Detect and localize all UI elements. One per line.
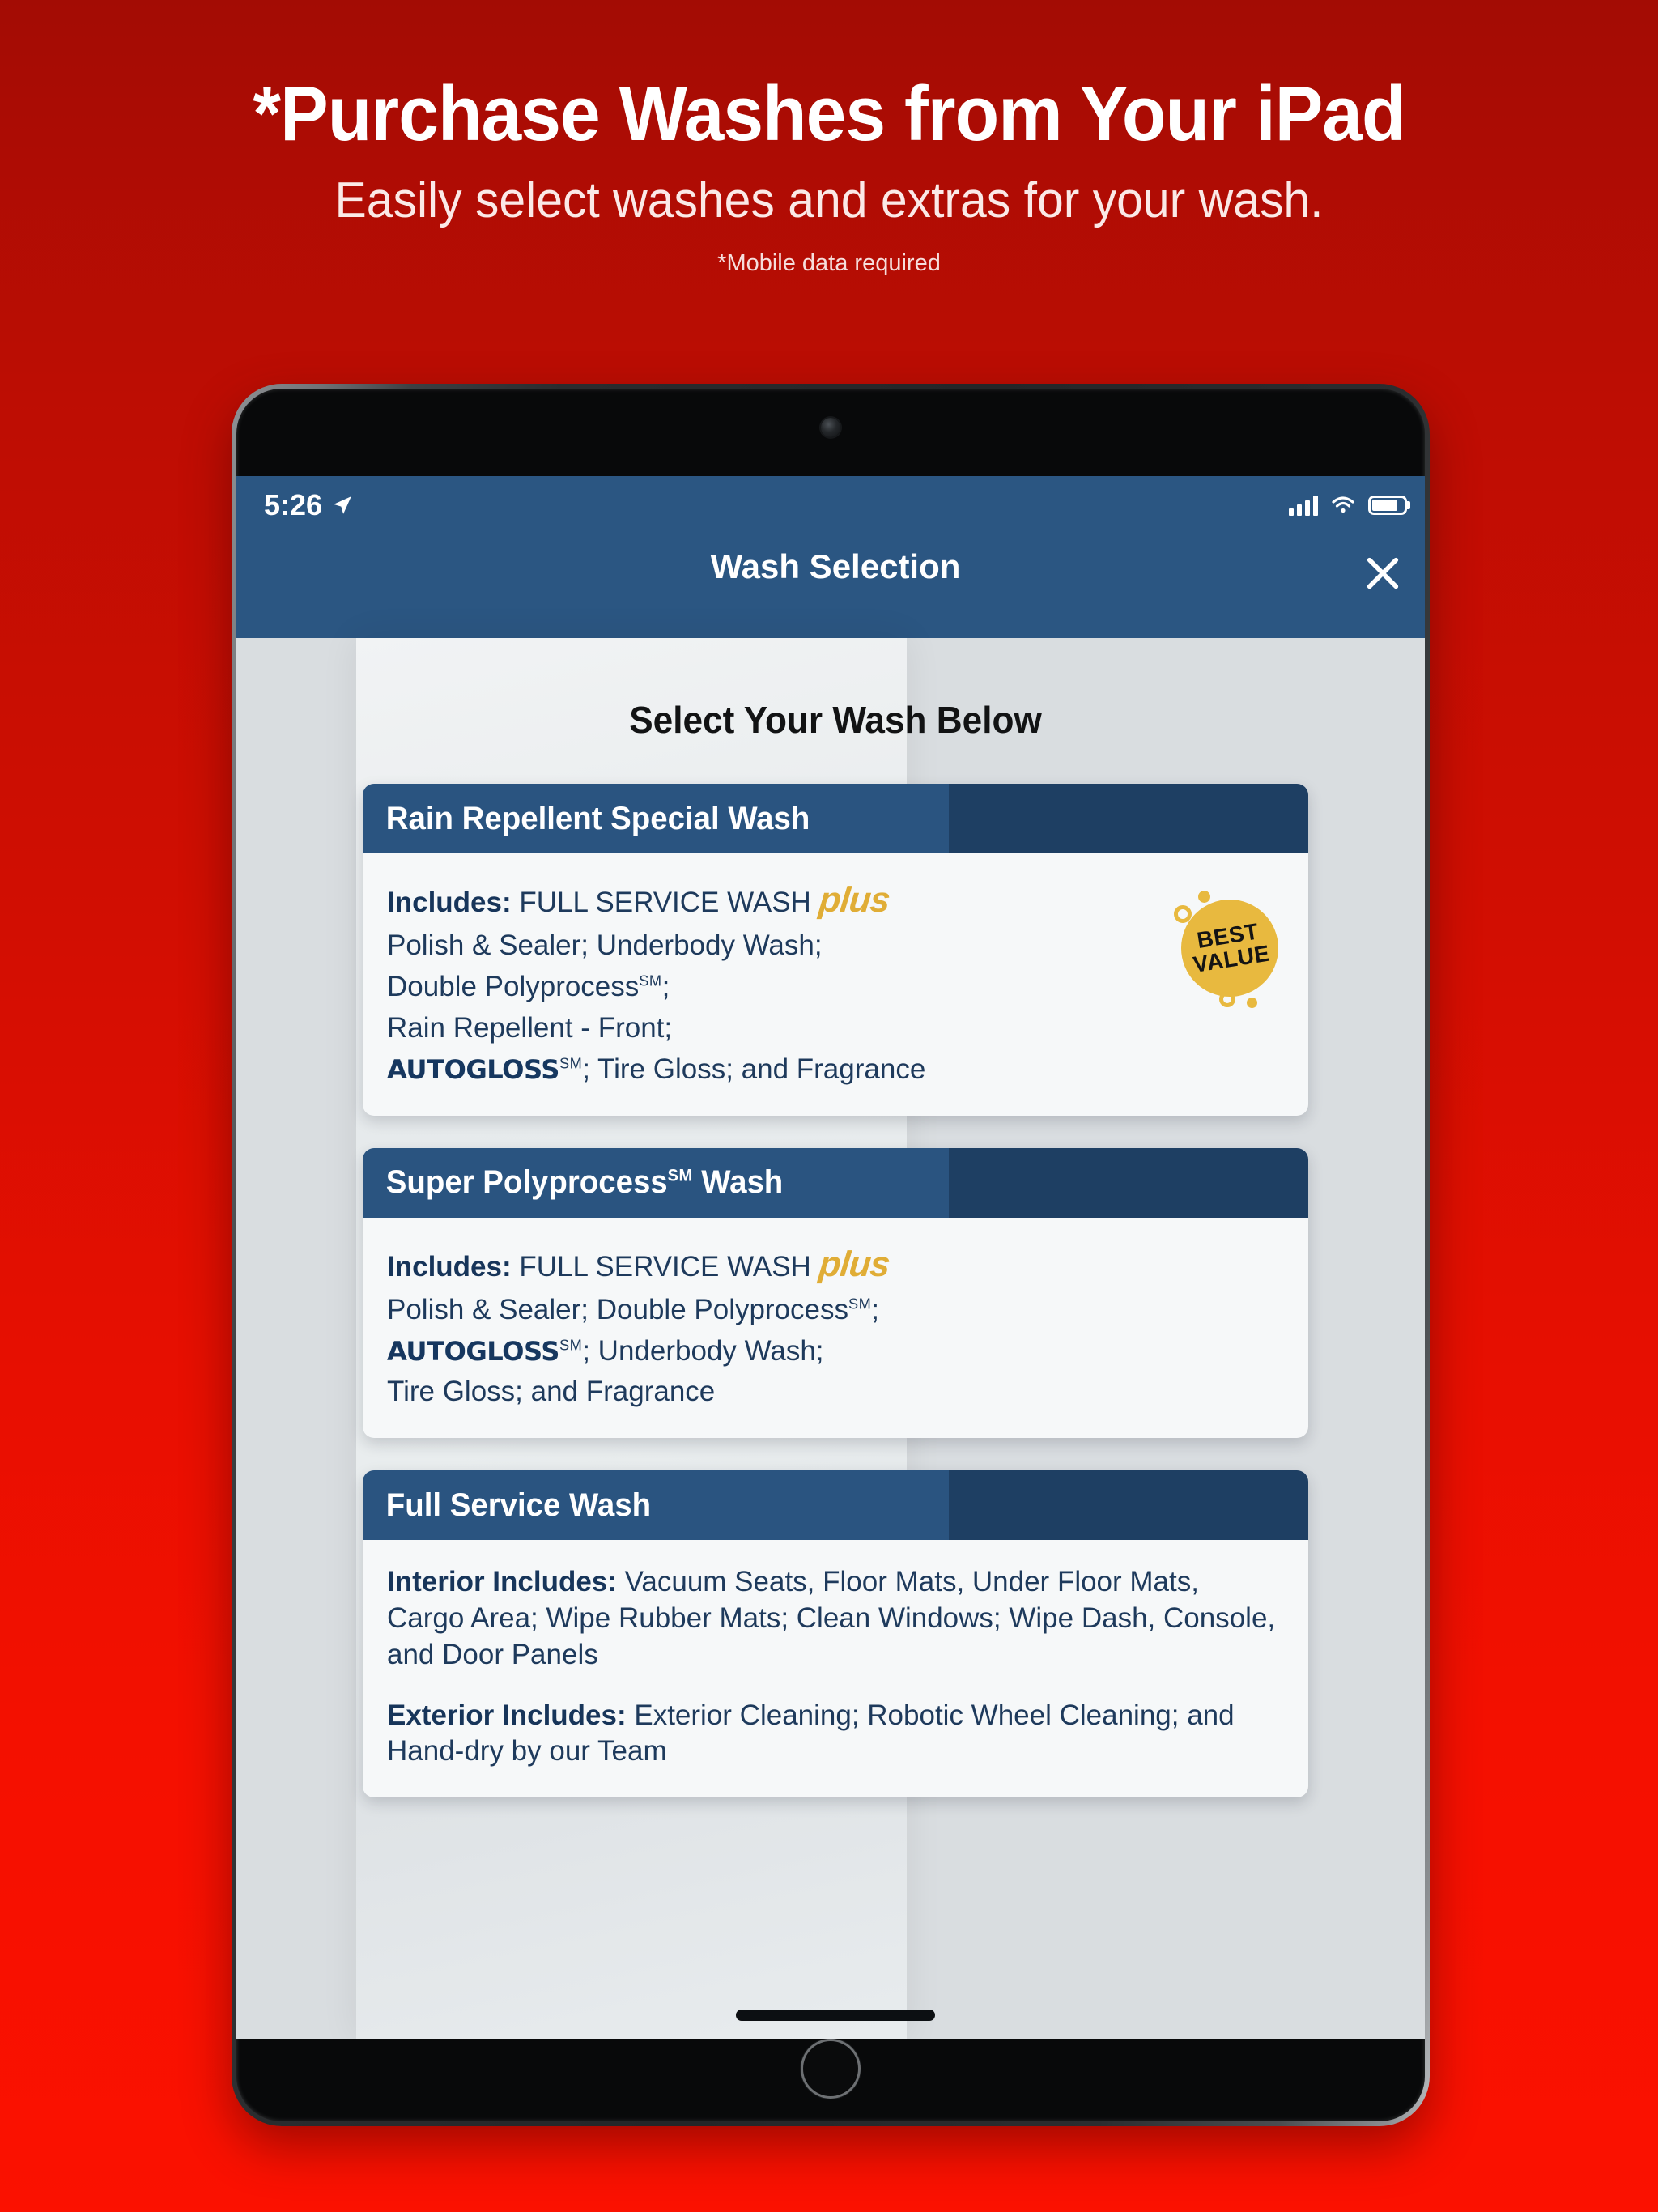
- close-icon[interactable]: [1360, 551, 1405, 596]
- status-bar-right: [1289, 495, 1407, 516]
- modal-sheet-panel: Select Your Wash Below Rain Repellent Sp…: [356, 638, 1308, 2039]
- navbar-title: Wash Selection: [710, 547, 961, 585]
- wash-detail-line: Tire Gloss; and Fragrance: [387, 1376, 716, 1408]
- wash-detail-line: Double PolyprocessSM;: [387, 971, 670, 1003]
- wash-detail-line: Includes: FULL SERVICE WASH plus: [387, 880, 891, 920]
- front-camera-icon: [821, 418, 840, 437]
- wash-card-header: Rain Repellent Special Wash: [363, 784, 1308, 853]
- wash-detail-line: Exterior Includes: Exterior Cleaning; Ro…: [387, 1699, 1235, 1767]
- home-button[interactable]: [801, 2039, 861, 2099]
- app-navbar: 5:26 Wash Selection: [236, 476, 1425, 638]
- promo-subtitle: Easily select washes and extras for your…: [334, 172, 1324, 228]
- status-bar-time: 5:26: [264, 488, 323, 521]
- wifi-icon: [1332, 496, 1354, 513]
- status-bar-left: 5:26: [264, 488, 353, 522]
- autogloss-wordmark: AUTOGLOSS: [387, 1335, 559, 1367]
- badge-dot: [1198, 891, 1210, 903]
- best-value-badge: BEST VALUE: [1172, 891, 1287, 1008]
- wash-options-list: Rain Repellent Special Wash Includes: FU…: [236, 742, 1425, 1798]
- cellular-signal-icon: [1289, 495, 1318, 516]
- wash-card-header: Super PolyprocessSM Wash: [363, 1147, 1308, 1218]
- content-area: Select Your Wash Below Rain Repellent Sp…: [236, 638, 1425, 2039]
- wash-detail-line: Includes: FULL SERVICE WASH plus: [387, 1244, 891, 1284]
- badge-dot: [1247, 998, 1257, 1008]
- wash-detail-line: Polish & Sealer; Underbody Wash;: [387, 929, 823, 962]
- wash-card-title: Rain Repellent Special Wash: [385, 800, 810, 836]
- badge-text: BEST VALUE: [1174, 892, 1285, 1003]
- wash-detail-line: Rain Repellent - Front;: [387, 1011, 673, 1044]
- wash-card-full-service[interactable]: Full Service Wash Interior Includes: Vac…: [363, 1470, 1308, 1798]
- wash-card-body: Interior Includes: Vacuum Seats, Floor M…: [363, 1540, 1308, 1797]
- wash-detail-line: Interior Includes: Vacuum Seats, Floor M…: [387, 1566, 1276, 1670]
- location-arrow-icon: [334, 496, 351, 514]
- promo-header: *Purchase Washes from Your iPad Easily s…: [0, 0, 1658, 277]
- wash-card-body: Includes: FULL SERVICE WASH plus Polish …: [363, 1218, 1308, 1439]
- autogloss-wordmark: AUTOGLOSS: [387, 1053, 559, 1085]
- sheet-content: Select Your Wash Below Rain Repellent Sp…: [236, 638, 1425, 2039]
- wash-card-rain-repellent[interactable]: Rain Repellent Special Wash Includes: FU…: [363, 784, 1308, 1116]
- wash-card-super-polyprocess[interactable]: Super PolyprocessSM Wash Includes: FULL …: [363, 1147, 1308, 1439]
- wash-detail-line: AUTOGLOSSSM; Underbody Wash;: [387, 1334, 824, 1367]
- wash-card-title: Full Service Wash: [385, 1487, 652, 1523]
- ipad-screen: 5:26 Wash Selection Select Your Wash Bel…: [236, 476, 1425, 2039]
- wash-card-header: Full Service Wash: [363, 1470, 1308, 1541]
- wash-card-body: Includes: FULL SERVICE WASH plus Polish …: [363, 853, 1308, 1116]
- ios-status-bar: 5:26: [236, 476, 1425, 534]
- promo-title: *Purchase Washes from Your iPad: [253, 70, 1405, 157]
- battery-icon: [1368, 496, 1407, 515]
- ipad-device: 5:26 Wash Selection Select Your Wash Bel…: [232, 384, 1430, 2126]
- page-title: Select Your Wash Below: [629, 699, 1042, 741]
- wash-detail-line: Polish & Sealer; Double PolyprocessSM;: [387, 1293, 880, 1325]
- ipad-bezel: 5:26 Wash Selection Select Your Wash Bel…: [236, 389, 1425, 2121]
- promo-footnote: *Mobile data required: [717, 249, 941, 276]
- home-indicator[interactable]: [736, 2010, 935, 2021]
- wash-detail-line: AUTOGLOSSSM; Tire Gloss; and Fragrance: [387, 1053, 926, 1085]
- wash-card-title: Super PolyprocessSM Wash: [385, 1164, 784, 1200]
